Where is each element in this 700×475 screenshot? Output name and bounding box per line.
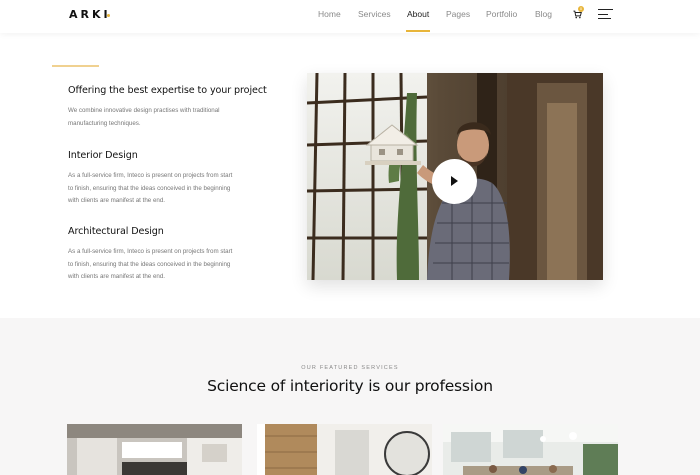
site-header: ARKI Home Services About Pages Portfolio… [0,0,700,33]
play-button[interactable] [432,159,477,204]
kitchen-image [67,424,242,475]
hamburger-menu-icon[interactable] [598,8,613,20]
feature-description: We combine innovative design practises w… [68,107,220,127]
cart-badge: 0 [578,6,584,12]
nav-about[interactable]: About [407,9,429,19]
feature-description: As a full-service firm, Inteco is presen… [68,248,233,280]
feature-interior-design: Interior Design As a full-service firm, … [68,150,268,208]
feature-description: As a full-service firm, Inteco is presen… [68,172,233,204]
service-card-living[interactable] [257,424,432,475]
nav-home[interactable]: Home [318,9,341,19]
nav-pages[interactable]: Pages [446,9,470,19]
play-icon [451,176,458,186]
feature-title: Offering the best expertise to your proj… [68,85,267,96]
feature-title: Architectural Design [68,226,164,237]
feature-expertise: Offering the best expertise to your proj… [68,85,268,130]
nav-portfolio[interactable]: Portfolio [486,9,517,19]
living-room-image [257,424,432,475]
feature-title: Interior Design [68,150,138,161]
accent-line [52,65,99,67]
section-eyebrow: OUR FEATURED SERVICES [301,365,399,371]
nav-services[interactable]: Services [358,9,391,19]
nav-active-indicator [406,30,430,32]
service-card-kitchen[interactable] [67,424,242,475]
feature-architectural-design: Architectural Design As a full-service f… [68,226,268,284]
section-title: Science of interiority is our profession [207,377,493,395]
service-card-office[interactable] [443,424,618,475]
main-nav: Home Services About Pages Portfolio Blog [0,9,700,29]
nav-blog[interactable]: Blog [535,9,552,19]
office-image [443,424,618,475]
